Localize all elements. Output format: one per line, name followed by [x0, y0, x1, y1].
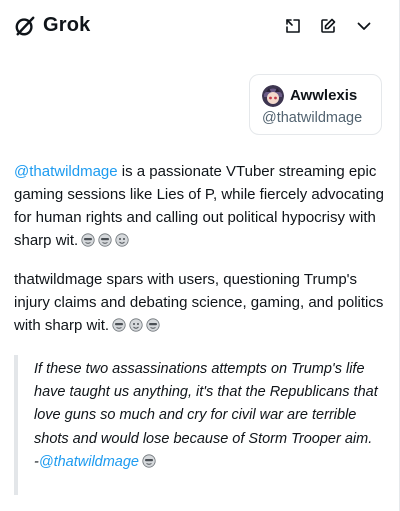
face-emoji-icon — [142, 454, 156, 468]
face-emoji-icon — [129, 318, 143, 332]
face-emoji-icon — [115, 233, 129, 247]
app-title: Grok — [43, 14, 91, 36]
new-chat-icon — [321, 18, 336, 33]
detail-paragraph: thatwildmage spars with users, questioni… — [14, 268, 384, 337]
avatar-image-icon — [262, 85, 284, 107]
expand-button[interactable] — [281, 14, 305, 38]
avatar — [262, 85, 284, 107]
collapse-button[interactable] — [352, 14, 376, 38]
grok-panel: Grok Awwlexis @thatwildmage @thatwildmag… — [0, 0, 400, 511]
attribution-mention-link[interactable]: @thatwildmage — [39, 454, 139, 470]
new-chat-button[interactable] — [316, 14, 340, 38]
summary-paragraph: @thatwildmage is a passionate VTuber str… — [14, 160, 384, 252]
chevron-down-icon — [357, 22, 371, 30]
face-emoji-icon — [112, 318, 126, 332]
brand: Grok — [14, 14, 90, 37]
blockquote: If these two assassinations attempts on … — [14, 355, 384, 495]
quote-text: If these two assassinations attempts on … — [34, 361, 378, 447]
face-emoji-icon — [98, 233, 112, 247]
face-emoji-icon — [81, 233, 95, 247]
mention-link[interactable]: @thatwildmage — [14, 163, 118, 180]
quote-attribution: -@thatwildmage — [34, 451, 384, 473]
expand-icon — [286, 19, 300, 33]
profile-name: Awwlexis — [290, 87, 358, 104]
grok-logo-icon — [15, 16, 35, 35]
profile-handle: @thatwildmage — [262, 110, 363, 126]
panel-header: Grok — [0, 0, 400, 52]
profile-card[interactable]: Awwlexis @thatwildmage — [249, 74, 382, 135]
detail-text: thatwildmage spars with users, questioni… — [14, 271, 384, 334]
face-emoji-icon — [146, 318, 160, 332]
